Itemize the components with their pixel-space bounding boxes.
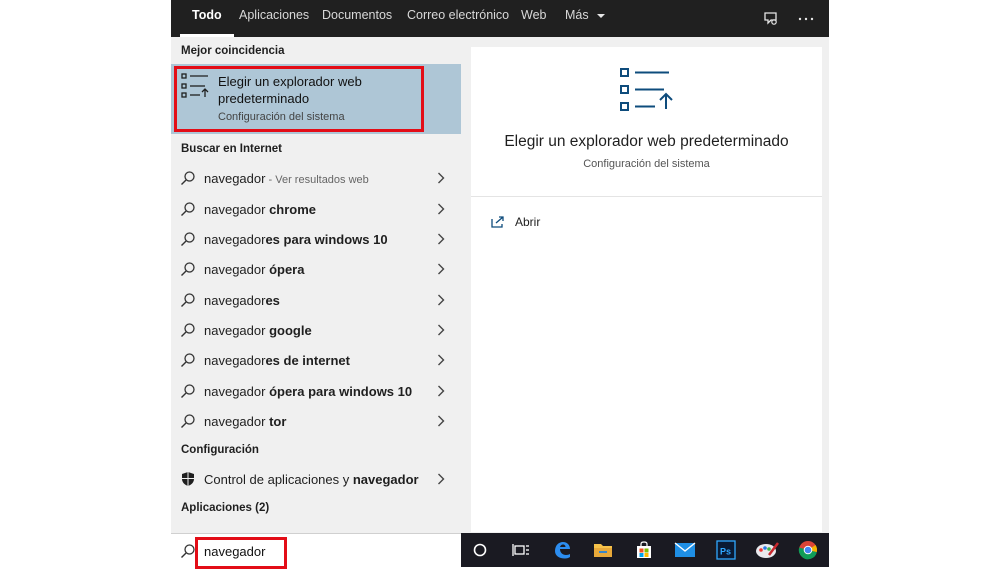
search-panel: Todo Aplicaciones Documentos Correo elec… (171, 0, 829, 569)
task-view-icon[interactable] (508, 537, 534, 563)
search-icon (181, 293, 195, 307)
search-icon (181, 414, 195, 428)
chrome-icon[interactable] (795, 537, 821, 563)
tab-todo[interactable]: Todo (180, 0, 234, 37)
edge-icon[interactable] (549, 537, 575, 563)
settings-result-label: Control de aplicaciones y navegador (204, 472, 419, 487)
best-match-item[interactable]: Elegir un explorador web predeterminado … (171, 64, 461, 134)
chevron-right-icon[interactable] (437, 324, 445, 336)
list-item-label: navegador - Ver resultados web (204, 171, 369, 186)
open-label: Abrir (515, 215, 541, 229)
tab-correo[interactable]: Correo electrónico (407, 0, 509, 37)
search-icon (181, 202, 195, 216)
search-box[interactable] (171, 533, 461, 569)
more-options-icon[interactable] (795, 0, 817, 37)
list-item[interactable]: navegador tor (171, 406, 461, 436)
chevron-right-icon[interactable] (437, 415, 445, 427)
list-item[interactable]: navegador google (171, 315, 461, 345)
list-item-label: navegador google (204, 323, 312, 338)
chevron-right-icon[interactable] (437, 172, 445, 184)
search-icon (181, 171, 195, 185)
tab-mas[interactable]: Más (565, 0, 606, 37)
store-icon[interactable] (631, 537, 657, 563)
list-item[interactable]: navegadores de internet (171, 345, 461, 375)
default-apps-list-icon (619, 67, 675, 118)
chevron-right-icon[interactable] (437, 294, 445, 306)
filter-tab-bar: Todo Aplicaciones Documentos Correo elec… (171, 0, 829, 37)
list-item-label: navegadores (204, 293, 280, 308)
file-explorer-icon[interactable] (590, 537, 616, 563)
list-item[interactable]: navegador ópera para windows 10 (171, 376, 461, 406)
tab-aplicaciones[interactable]: Aplicaciones (239, 0, 309, 37)
shield-icon (182, 472, 194, 486)
section-header-apps: Aplicaciones (2) (181, 502, 270, 514)
search-icon (181, 323, 195, 337)
tab-web[interactable]: Web (521, 0, 546, 37)
chevron-right-icon[interactable] (437, 385, 445, 397)
mail-icon[interactable] (672, 537, 698, 563)
chevron-right-icon[interactable] (437, 263, 445, 275)
tab-mas-label: Más (565, 8, 589, 22)
default-apps-list-icon (181, 73, 209, 104)
search-icon (181, 262, 195, 276)
detail-title: Elegir un explorador web predeterminado (504, 133, 789, 150)
search-input[interactable] (204, 543, 324, 559)
list-item-label: navegador ópera (204, 262, 305, 277)
best-match-title: Elegir un explorador web predeterminado (218, 74, 362, 106)
list-item-label: navegador chrome (204, 202, 317, 217)
photoshop-icon[interactable]: Ps (713, 537, 739, 563)
detail-pane: Elegir un explorador web predeterminado … (471, 47, 822, 532)
search-icon (181, 232, 195, 246)
list-item-label: navegador ópera para windows 10 (204, 384, 413, 399)
list-item[interactable]: navegador - Ver resultados web (171, 163, 461, 193)
list-item[interactable]: navegador ópera (171, 254, 461, 284)
section-header-web: Buscar en Internet (181, 143, 282, 155)
detail-subtitle: Configuración del sistema (583, 158, 710, 170)
search-icon (181, 353, 195, 367)
section-header-settings: Configuración (181, 444, 259, 456)
chevron-down-icon (597, 13, 606, 18)
cortana-icon[interactable] (467, 537, 493, 563)
settings-result-item[interactable]: Control de aplicaciones y navegador (171, 464, 461, 494)
results-list: Mejor coincidencia Elegir un explorador … (171, 37, 461, 532)
list-item[interactable]: navegadores para windows 10 (171, 224, 461, 254)
open-action[interactable]: Abrir (491, 213, 540, 231)
list-item[interactable]: navegador chrome (171, 194, 461, 224)
paint-icon[interactable] (754, 537, 780, 563)
open-icon (491, 216, 504, 228)
tab-documentos[interactable]: Documentos (322, 0, 392, 37)
chevron-right-icon[interactable] (437, 233, 445, 245)
detail-divider (471, 196, 822, 197)
search-icon (181, 544, 195, 558)
feedback-icon[interactable] (760, 0, 782, 37)
list-item-label: navegadores de internet (204, 353, 350, 368)
best-match-subtitle: Configuración del sistema (218, 111, 345, 123)
taskbar: Ps (461, 533, 829, 567)
list-item[interactable]: navegadores (171, 285, 461, 315)
chevron-right-icon[interactable] (437, 203, 445, 215)
chevron-right-icon[interactable] (437, 473, 445, 485)
svg-text:Ps: Ps (720, 547, 731, 557)
list-item-label: navegadores para windows 10 (204, 232, 388, 247)
search-icon (181, 384, 195, 398)
section-header-best-match: Mejor coincidencia (181, 45, 285, 57)
list-item-label: navegador tor (204, 414, 287, 429)
chevron-right-icon[interactable] (437, 354, 445, 366)
